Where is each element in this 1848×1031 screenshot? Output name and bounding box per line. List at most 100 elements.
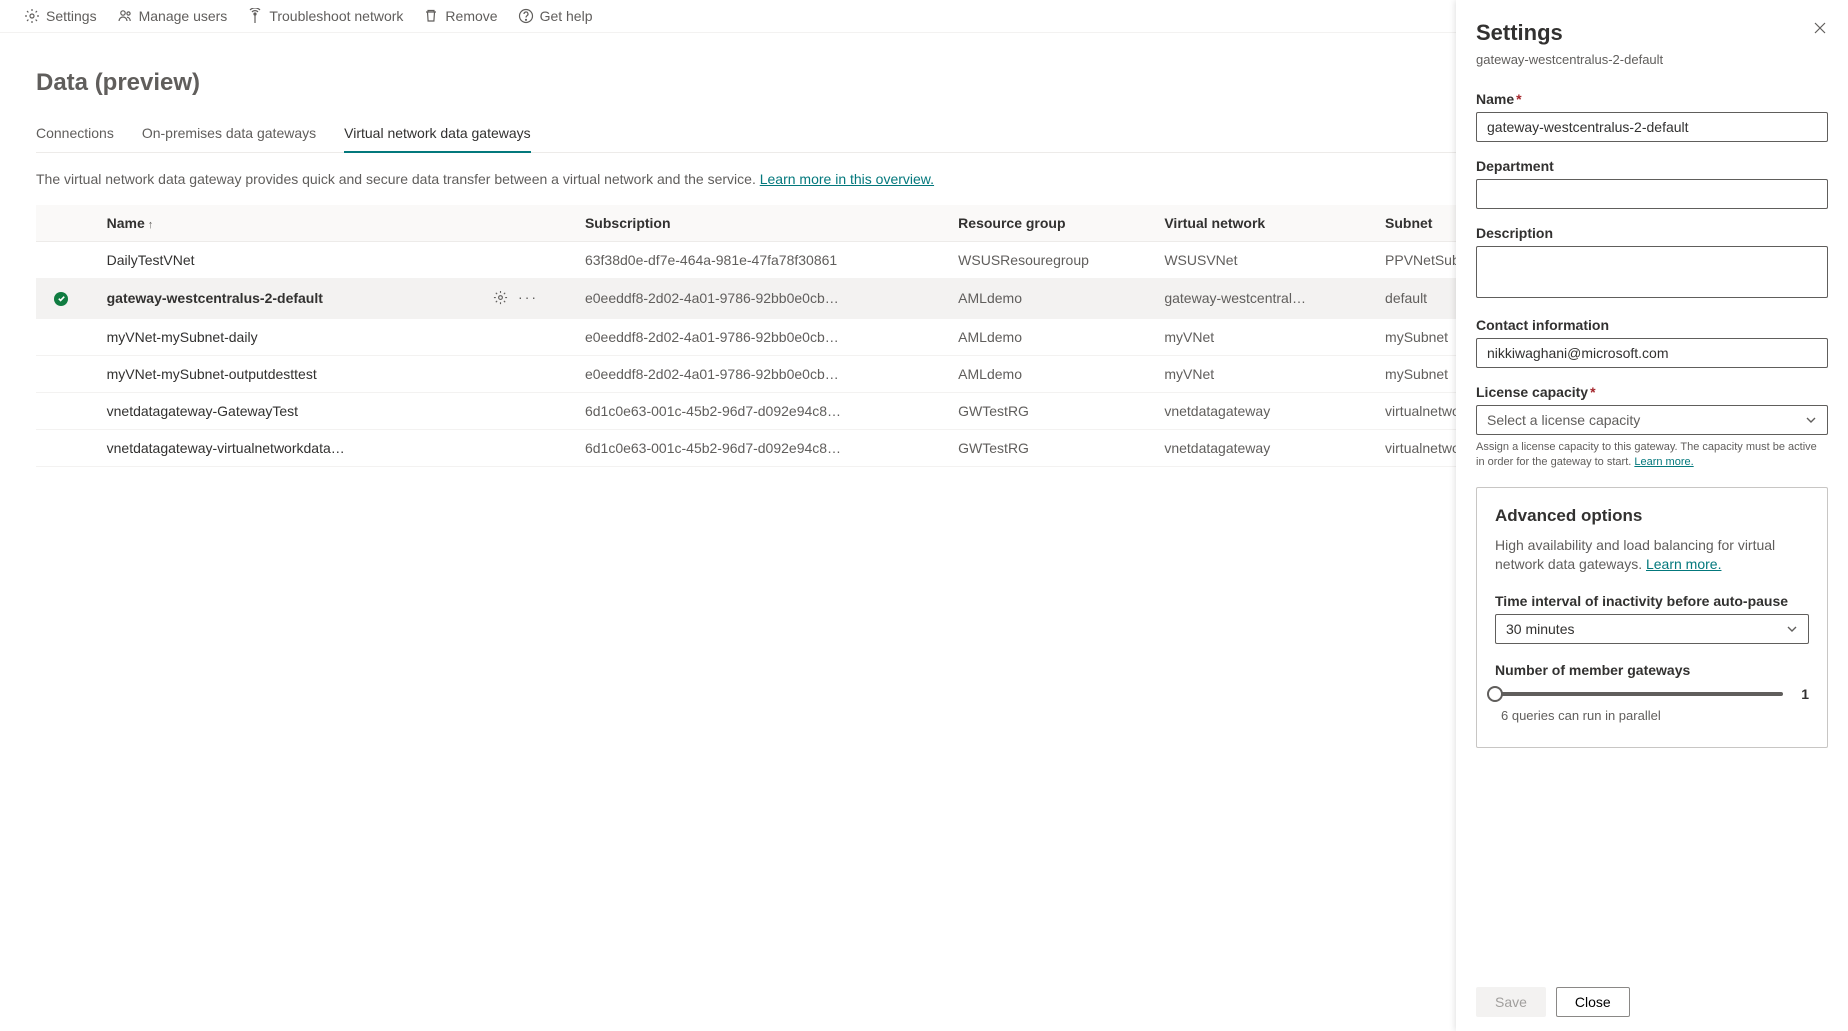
save-button[interactable]: Save xyxy=(1476,987,1546,1017)
toolbar-settings[interactable]: Settings xyxy=(24,8,97,24)
license-learn-more-link[interactable]: Learn more. xyxy=(1634,456,1693,468)
description-label: Description xyxy=(1476,225,1828,241)
row-name: vnetdatagateway-GatewayTest xyxy=(95,392,481,429)
row-actions-cell xyxy=(481,392,573,429)
row-name: myVNet-mySubnet-daily xyxy=(95,318,481,355)
row-status xyxy=(36,318,95,355)
status-ok-icon xyxy=(54,292,68,306)
gear-icon[interactable] xyxy=(493,290,508,305)
close-button[interactable]: Close xyxy=(1556,987,1630,1017)
row-rg: AMLdemo xyxy=(946,355,1152,392)
toolbar-remove[interactable]: Remove xyxy=(423,8,497,24)
contact-input[interactable] xyxy=(1476,338,1828,368)
info-learn-more-link[interactable]: Learn more in this overview. xyxy=(760,171,934,187)
name-input[interactable] xyxy=(1476,112,1828,142)
advanced-learn-more-link[interactable]: Learn more. xyxy=(1646,556,1721,572)
row-status xyxy=(36,355,95,392)
settings-panel: Settings gateway-westcentralus-2-default… xyxy=(1456,0,1848,1031)
row-rg: AMLdemo xyxy=(946,318,1152,355)
row-rg: GWTestRG xyxy=(946,392,1152,429)
row-name: gateway-westcentralus-2-default xyxy=(95,279,481,319)
row-sub: 6d1c0e63-001c-45b2-96d7-d092e94c8… xyxy=(573,429,946,466)
row-sub: 63f38d0e-df7e-464a-981e-47fa78f30861 xyxy=(573,242,946,279)
tab-virtual-network[interactable]: Virtual network data gateways xyxy=(344,117,531,153)
col-virtual-network[interactable]: Virtual network xyxy=(1152,205,1373,242)
col-name[interactable]: Name↑ xyxy=(95,205,481,242)
license-placeholder: Select a license capacity xyxy=(1487,412,1640,428)
row-name: myVNet-mySubnet-outputdesttest xyxy=(95,355,481,392)
antenna-icon xyxy=(247,8,263,24)
members-label: Number of member gateways xyxy=(1495,662,1809,678)
license-label: License capacity* xyxy=(1476,384,1828,400)
row-rg: WSUSResouregroup xyxy=(946,242,1152,279)
description-input[interactable] xyxy=(1476,246,1828,298)
row-status xyxy=(36,429,95,466)
row-name: vnetdatagateway-virtualnetworkdata… xyxy=(95,429,481,466)
row-status xyxy=(36,279,95,319)
row-name: DailyTestVNet xyxy=(95,242,481,279)
row-vn: myVNet xyxy=(1152,355,1373,392)
row-actions-cell: ··· xyxy=(481,279,573,319)
panel-footer: Save Close xyxy=(1476,987,1828,1017)
toolbar-remove-label: Remove xyxy=(445,8,497,24)
toolbar-troubleshoot[interactable]: Troubleshoot network xyxy=(247,8,403,24)
toolbar-settings-label: Settings xyxy=(46,8,97,24)
toolbar-help[interactable]: Get help xyxy=(518,8,593,24)
toolbar-manage-users-label: Manage users xyxy=(139,8,228,24)
contact-label: Contact information xyxy=(1476,317,1828,333)
row-actions-cell xyxy=(481,242,573,279)
col-resource-group[interactable]: Resource group xyxy=(946,205,1152,242)
members-slider[interactable] xyxy=(1495,692,1783,696)
license-helper: Assign a license capacity to this gatewa… xyxy=(1476,440,1828,471)
interval-value: 30 minutes xyxy=(1506,621,1574,637)
row-vn: WSUSVNet xyxy=(1152,242,1373,279)
chevron-down-icon xyxy=(1805,414,1817,426)
department-input[interactable] xyxy=(1476,179,1828,209)
row-status xyxy=(36,392,95,429)
advanced-options-title: Advanced options xyxy=(1495,506,1809,526)
row-sub: e0eeddf8-2d02-4a01-9786-92bb0e0cb… xyxy=(573,355,946,392)
toolbar-troubleshoot-label: Troubleshoot network xyxy=(269,8,403,24)
row-vn: vnetdatagateway xyxy=(1152,429,1373,466)
row-actions-cell xyxy=(481,429,573,466)
row-sub: e0eeddf8-2d02-4a01-9786-92bb0e0cb… xyxy=(573,318,946,355)
tab-connections[interactable]: Connections xyxy=(36,117,114,153)
row-sub: e0eeddf8-2d02-4a01-9786-92bb0e0cb… xyxy=(573,279,946,319)
row-vn: myVNet xyxy=(1152,318,1373,355)
members-subtext: 6 queries can run in parallel xyxy=(1501,708,1809,723)
advanced-options-desc: High availability and load balancing for… xyxy=(1495,536,1809,575)
row-status xyxy=(36,242,95,279)
toolbar-help-label: Get help xyxy=(540,8,593,24)
gear-icon xyxy=(24,8,40,24)
close-panel-button[interactable] xyxy=(1812,20,1828,39)
row-vn: gateway-westcentral… xyxy=(1152,279,1373,319)
name-label: Name* xyxy=(1476,91,1828,107)
tab-on-premises[interactable]: On-premises data gateways xyxy=(142,117,316,153)
license-select[interactable]: Select a license capacity xyxy=(1476,405,1828,435)
row-vn: vnetdatagateway xyxy=(1152,392,1373,429)
col-status xyxy=(36,205,95,242)
toolbar-manage-users[interactable]: Manage users xyxy=(117,8,228,24)
chevron-down-icon xyxy=(1786,623,1798,635)
interval-label: Time interval of inactivity before auto-… xyxy=(1495,593,1809,609)
more-icon[interactable]: ··· xyxy=(518,289,538,305)
department-label: Department xyxy=(1476,158,1828,174)
help-icon xyxy=(518,8,534,24)
members-value: 1 xyxy=(1795,686,1809,702)
slider-thumb[interactable] xyxy=(1487,686,1503,702)
row-rg: GWTestRG xyxy=(946,429,1152,466)
users-icon xyxy=(117,8,133,24)
panel-subtitle: gateway-westcentralus-2-default xyxy=(1476,52,1663,67)
panel-title: Settings xyxy=(1476,20,1663,46)
trash-icon xyxy=(423,8,439,24)
col-subscription[interactable]: Subscription xyxy=(573,205,946,242)
advanced-options-box: Advanced options High availability and l… xyxy=(1476,487,1828,748)
row-sub: 6d1c0e63-001c-45b2-96d7-d092e94c8… xyxy=(573,392,946,429)
info-text-prefix: The virtual network data gateway provide… xyxy=(36,171,760,187)
sort-arrow-icon: ↑ xyxy=(148,219,154,231)
row-actions-cell xyxy=(481,318,573,355)
interval-select[interactable]: 30 minutes xyxy=(1495,614,1809,644)
row-actions-cell xyxy=(481,355,573,392)
close-icon xyxy=(1812,20,1828,36)
col-actions xyxy=(481,205,573,242)
